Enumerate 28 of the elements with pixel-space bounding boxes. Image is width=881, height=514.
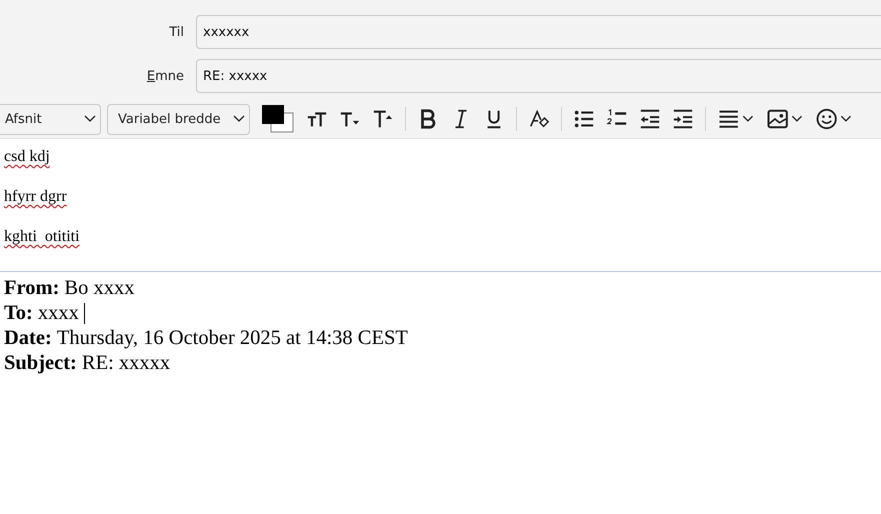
header-value: RE: xxxxx	[82, 351, 170, 376]
field-label: Til	[168, 24, 185, 40]
input-field[interactable]: xxxxxx	[196, 15, 881, 49]
header-value: Thursday, 16 October 2025 at 14:38 CEST	[56, 326, 408, 351]
chevron-down-icon	[84, 115, 96, 123]
input-field[interactable]: RE: xxxxx	[196, 59, 881, 93]
decrease-indent-icon[interactable]	[639, 108, 661, 130]
chevron-down-icon	[233, 115, 245, 123]
text-color-icon[interactable]	[261, 104, 295, 134]
font-dropdown[interactable]: Variabel bredde	[107, 104, 250, 134]
body-paragraph: hfyrr dgrr	[4, 189, 68, 205]
paragraph-format-dropdown[interactable]: Afsnit	[0, 104, 101, 134]
larger-text-icon[interactable]	[372, 108, 394, 130]
body-paragraph: kghti otititi	[4, 229, 81, 245]
header-label: From:	[4, 276, 60, 301]
body-paragraph: csd kdj	[4, 149, 51, 165]
header-value: xxxx	[38, 301, 79, 326]
header-value: Bo xxxx	[64, 276, 134, 301]
field-label: Emne	[146, 68, 185, 84]
clear-formatting-icon[interactable]	[528, 108, 550, 130]
header-label: To:	[4, 301, 33, 326]
insert-image-icon[interactable]	[766, 108, 804, 130]
emoji-icon[interactable]	[815, 108, 853, 130]
increase-indent-icon[interactable]	[672, 108, 694, 130]
bulleted-list-icon[interactable]	[573, 108, 595, 130]
align-menu-icon[interactable]	[717, 108, 755, 130]
header-label: Date:	[4, 326, 52, 351]
header-label: Subject:	[4, 351, 77, 376]
